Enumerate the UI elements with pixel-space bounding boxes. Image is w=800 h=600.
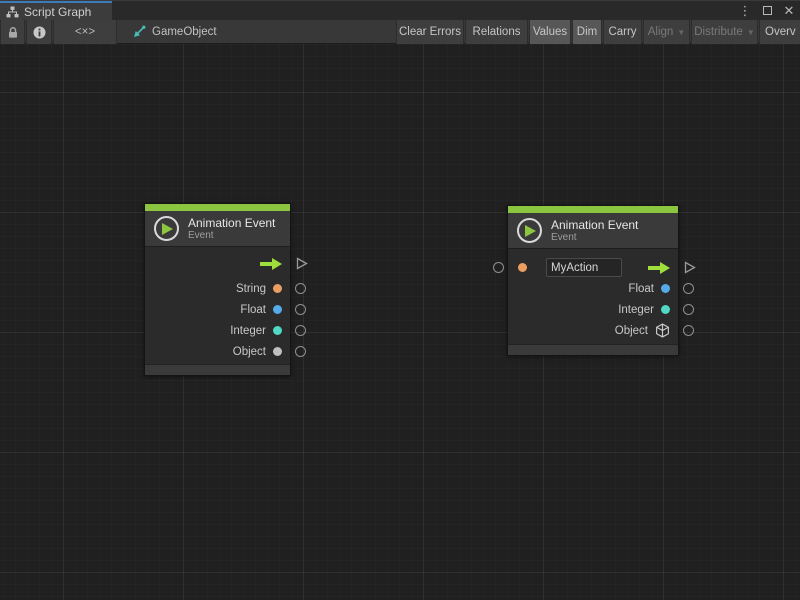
integer-output-port[interactable] [683,304,694,315]
port-label: Object [233,346,266,358]
clear-errors-button[interactable]: Clear Errors [396,20,464,44]
action-input-row [508,257,678,278]
target-gameobject-label[interactable]: GameObject [152,20,217,44]
output-row-integer: Integer [145,320,290,341]
chevron-down-icon: ▼ [747,28,755,37]
float-port-dot [661,284,670,293]
output-row-object: Object [145,341,290,362]
flow-arrow-icon [260,258,282,270]
port-label: Object [615,325,648,337]
flow-arrow-icon [648,262,670,274]
node-title: Animation Event [188,216,275,230]
integer-port-dot [273,326,282,335]
node-accent-bar [508,206,678,213]
flow-output-row [145,253,290,274]
lock-icon [7,26,19,39]
float-port-dot [273,305,282,314]
port-label: Float [240,304,266,316]
align-label: Align [648,26,674,38]
info-icon [33,26,46,39]
graph-icon [6,6,19,18]
node-title: Animation Event [551,218,638,232]
object-port-dot [273,347,282,356]
node-subtitle: Event [551,232,638,244]
flow-output-port[interactable] [296,257,308,270]
node-header[interactable]: Animation Event Event [145,211,290,247]
output-row-float: Float [508,278,678,299]
cube-icon [655,323,670,338]
flow-output-port[interactable] [684,261,696,274]
float-output-port[interactable] [683,283,694,294]
node-footer [508,344,678,355]
carry-button[interactable]: Carry [603,20,642,44]
distribute-button[interactable]: Distribute ▼ [691,20,758,44]
maximize-icon[interactable] [760,1,774,21]
output-row-string: String [145,278,290,299]
overview-button[interactable]: Overv [759,20,800,44]
action-input-port[interactable] [493,262,504,273]
tab-script-graph[interactable]: Script Graph [0,1,112,21]
object-output-port[interactable] [683,325,694,336]
chevron-down-icon: ▼ [677,28,685,37]
node-animation-event-2[interactable]: Animation Event Event [507,205,679,356]
port-label: String [236,283,266,295]
lock-button[interactable] [0,20,25,44]
object-output-port[interactable] [295,346,306,357]
integer-port-dot [661,305,670,314]
distribute-label: Distribute [694,26,743,38]
info-button[interactable] [26,20,52,44]
event-play-icon [154,216,179,241]
integer-output-port[interactable] [295,325,306,336]
node-body: String Float Integer Object [145,247,290,364]
code-view-toggle[interactable]: <×> [53,20,117,44]
node-accent-bar [145,204,290,211]
port-label: Integer [618,304,654,316]
node-body: Float Integer Object [508,249,678,344]
node-subtitle: Event [188,230,275,242]
graph-canvas[interactable]: Animation Event Event [0,44,800,600]
close-icon[interactable]: ✕ [782,1,796,21]
event-play-icon [517,218,542,243]
port-label: Float [628,283,654,295]
string-port-dot [273,284,282,293]
node-animation-event-1[interactable]: Animation Event Event [144,203,291,376]
output-row-integer: Integer [508,299,678,320]
tab-title: Script Graph [24,5,91,19]
dim-button[interactable]: Dim [572,20,602,44]
target-gameobject-icon [132,20,146,44]
relations-button[interactable]: Relations [465,20,528,44]
values-button[interactable]: Values [529,20,571,44]
action-port-dot [518,263,527,272]
string-output-port[interactable] [295,283,306,294]
title-bar: Script Graph ⋮ ✕ [0,0,800,20]
script-graph-window: Script Graph ⋮ ✕ [0,0,800,600]
node-footer [145,364,290,375]
port-label: Integer [230,325,266,337]
align-button[interactable]: Align ▼ [643,20,690,44]
node-header[interactable]: Animation Event Event [508,213,678,249]
float-output-port[interactable] [295,304,306,315]
window-menu-icon[interactable]: ⋮ [738,1,752,21]
output-row-float: Float [145,299,290,320]
toolbar: <×> GameObject Clear Errors Relations Va… [0,20,800,44]
action-name-field[interactable] [546,258,622,277]
output-row-object: Object [508,320,678,341]
code-view-icon: <×> [75,26,95,38]
